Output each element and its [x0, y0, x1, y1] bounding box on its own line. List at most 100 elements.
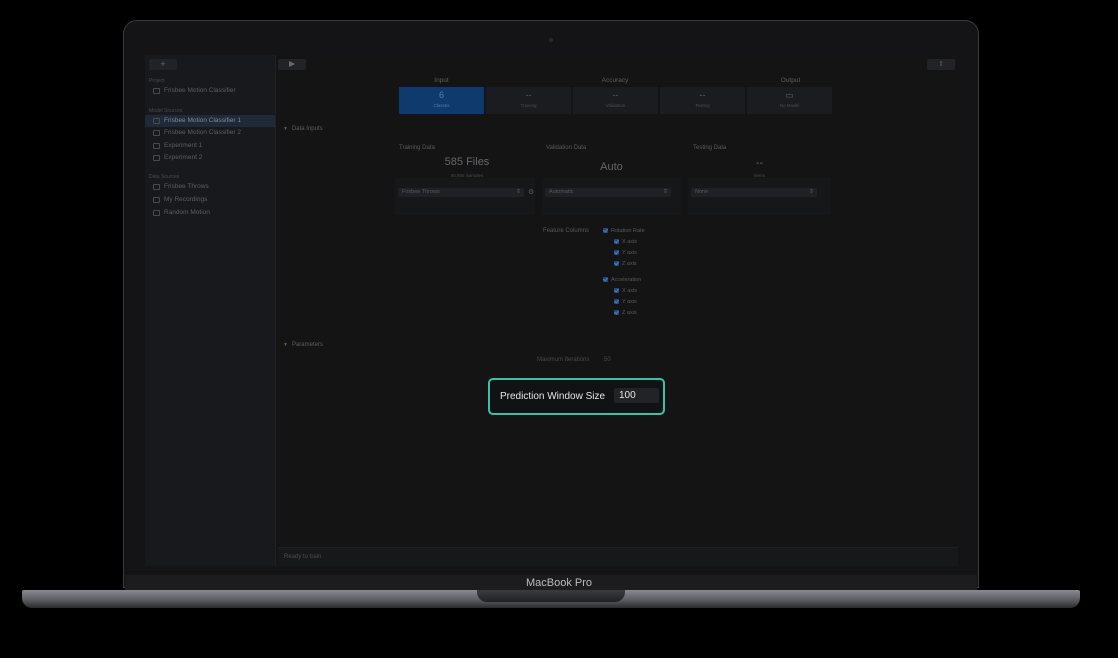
checkbox-acceleration-z[interactable]: Z axis: [614, 310, 637, 317]
testing-data-label: Testing Data: [693, 145, 727, 151]
tile-testing[interactable]: -- Testing: [660, 87, 745, 114]
checkbox-rotation-x[interactable]: X axis: [614, 239, 637, 246]
checkbox-icon: [614, 299, 619, 305]
model-file-icon: ▭: [785, 90, 794, 100]
model-icon: [153, 143, 160, 149]
camera-icon: [549, 38, 553, 42]
testing-items: Items: [753, 173, 765, 178]
sidebar-item-my-recordings[interactable]: My Recordings: [145, 194, 275, 206]
sidebar-item-label: Frisbee Motion Classifier: [164, 87, 236, 94]
checkbox-label: Y axis: [622, 250, 637, 256]
max-iterations-field[interactable]: 50: [604, 357, 611, 363]
checkbox-icon: [603, 277, 608, 283]
testing-value: --: [755, 157, 764, 169]
checkbox-icon: [603, 228, 608, 234]
stage-accuracy-label: Accuracy: [601, 77, 629, 84]
status-bar: Ready to train: [278, 547, 958, 566]
tile-caption: Testing: [695, 103, 710, 108]
checkbox-icon: [614, 310, 619, 316]
tile-caption: Validation: [605, 103, 626, 108]
training-samples: 95,885 Samples: [450, 173, 484, 178]
share-button[interactable]: ⇧: [927, 59, 955, 70]
checkbox-rotation-y[interactable]: Y axis: [614, 250, 637, 257]
gear-icon[interactable]: ⚙: [528, 189, 535, 196]
prediction-window-highlight: Prediction Window Size 100: [488, 378, 665, 415]
model-icon: [153, 130, 160, 136]
tile-caption: No Model: [779, 103, 800, 108]
add-button[interactable]: +: [149, 59, 177, 70]
testing-source-popup[interactable]: None: [691, 188, 817, 197]
checkbox-icon: [614, 288, 619, 294]
tile-caption: Classes: [433, 103, 450, 108]
checkbox-acceleration[interactable]: Acceleration: [603, 277, 641, 284]
tile-validation[interactable]: -- Validation: [573, 87, 658, 114]
training-file-count: 585 Files: [444, 156, 490, 168]
stage-input-label: Input: [434, 77, 449, 84]
sidebar-item-project[interactable]: Frisbee Motion Classifier: [145, 85, 275, 97]
sidebar-item-model-2[interactable]: Frisbee Motion Classifier 2: [145, 127, 275, 139]
sidebar-item-label: Random Motion: [164, 209, 210, 216]
laptop-notch: [477, 590, 625, 602]
checkbox-acceleration-y[interactable]: Y axis: [614, 299, 637, 306]
sidebar-item-label: Frisbee Motion Classifier 1: [164, 117, 241, 124]
max-iterations-label: Maximum Iterations: [537, 357, 590, 363]
tile-value: --: [525, 90, 532, 100]
sidebar-item-label: Frisbee Throws: [164, 183, 209, 190]
sidebar-header-data-sources: Data Sources: [149, 174, 180, 180]
folder-icon: [153, 184, 160, 190]
sidebar-item-label: Experiment 1: [164, 142, 203, 149]
sidebar-item-experiment-1[interactable]: Experiment 1: [145, 140, 275, 152]
checkbox-icon: [614, 261, 619, 267]
disclosure-triangle-icon: ▼: [283, 342, 288, 348]
feature-columns-label: Feature Columns: [543, 228, 590, 234]
tile-value: 6: [438, 90, 444, 100]
app-window: + Project Frisbee Motion Classifier Mode…: [145, 55, 958, 566]
folder-icon: [153, 210, 160, 216]
device-brand-label: MacBook Pro: [525, 577, 593, 589]
sidebar-item-label: Experiment 2: [164, 154, 203, 161]
tile-value: --: [612, 90, 619, 100]
sidebar-item-label: My Recordings: [164, 196, 208, 203]
prediction-window-size-label: Prediction Window Size: [500, 391, 606, 402]
checkbox-label: X axis: [622, 288, 637, 294]
stage-output-label: Output: [780, 77, 801, 84]
sidebar-item-frisbee-throws[interactable]: Frisbee Throws: [145, 181, 275, 193]
training-data-label: Training Data: [399, 145, 435, 151]
model-icon: [153, 118, 160, 124]
checkbox-rotation-rate[interactable]: Rotation Rate: [603, 228, 645, 235]
checkbox-label: Y axis: [622, 299, 637, 305]
sidebar-item-random-motion[interactable]: Random Motion: [145, 207, 275, 219]
tile-input-classes[interactable]: 6 Classes: [399, 87, 484, 114]
disclosure-triangle-icon: ▼: [283, 126, 288, 132]
checkbox-acceleration-x[interactable]: X axis: [614, 288, 637, 295]
section-label: Data Inputs: [291, 126, 323, 132]
sidebar: + Project Frisbee Motion Classifier Mode…: [145, 55, 276, 566]
tile-caption: Training: [520, 103, 537, 108]
tile-value: --: [699, 90, 706, 100]
section-parameters[interactable]: ▼ Parameters: [283, 342, 323, 348]
checkbox-rotation-z[interactable]: Z axis: [614, 261, 637, 268]
checkbox-label: Z axis: [622, 261, 637, 267]
checkbox-label: Rotation Rate: [611, 228, 645, 234]
sidebar-item-label: Frisbee Motion Classifier 2: [164, 129, 241, 136]
tile-training[interactable]: -- Training: [486, 87, 571, 114]
sidebar-header-project: Project: [149, 78, 165, 84]
checkbox-label: Acceleration: [611, 277, 642, 283]
run-button[interactable]: [278, 59, 306, 70]
sidebar-header-model-sources: Model Sources: [149, 108, 183, 114]
section-data-inputs[interactable]: ▼ Data Inputs: [283, 126, 323, 132]
sidebar-item-experiment-2[interactable]: Experiment 2: [145, 152, 275, 164]
sidebar-item-model-1[interactable]: Frisbee Motion Classifier 1: [145, 115, 275, 127]
prediction-window-size-input[interactable]: 100: [614, 388, 659, 403]
folder-icon: [153, 197, 160, 203]
tile-output[interactable]: ▭ No Model: [747, 87, 832, 114]
checkbox-icon: [614, 239, 619, 245]
document-icon: [153, 88, 160, 94]
validation-source-popup[interactable]: Automatic: [545, 188, 671, 197]
checkbox-label: Z axis: [622, 310, 637, 316]
checkbox-icon: [614, 250, 619, 256]
model-icon: [153, 155, 160, 161]
checkbox-label: X axis: [622, 239, 637, 245]
training-source-popup[interactable]: Frisbee Throws: [398, 188, 524, 197]
validation-value: Auto: [600, 161, 623, 173]
